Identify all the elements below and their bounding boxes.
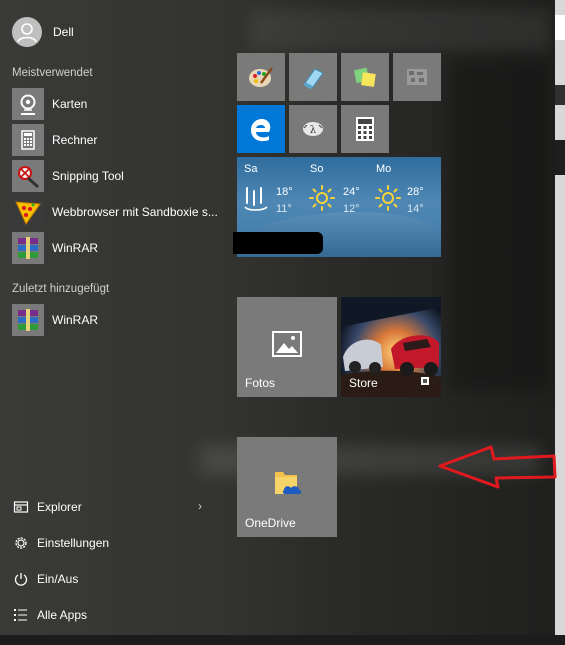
tile-sticky-notes[interactable] bbox=[341, 53, 389, 101]
start-menu-left-column: Dell Meistverwendet Karten Rechner Snipp… bbox=[0, 0, 225, 635]
app-item-label: Karten bbox=[52, 97, 88, 111]
list-icon bbox=[12, 606, 30, 624]
app-item-label: Rechner bbox=[52, 133, 98, 147]
taskbar-edge bbox=[0, 635, 565, 645]
minecraft-icon bbox=[407, 69, 427, 85]
sun-icon bbox=[309, 185, 335, 211]
tile-calculator[interactable] bbox=[341, 105, 389, 153]
snipping-tool-icon bbox=[12, 160, 44, 192]
svg-text:λ: λ bbox=[310, 125, 317, 136]
settings-label: Einstellungen bbox=[37, 536, 110, 550]
app-item-rechner[interactable]: Rechner bbox=[12, 123, 97, 157]
tile-photos[interactable]: Fotos bbox=[237, 297, 337, 397]
weather-high: 18° bbox=[276, 186, 293, 198]
sun-icon bbox=[375, 185, 401, 211]
tile-math-input[interactable]: λ bbox=[289, 105, 337, 153]
tile-onedrive[interactable]: OneDrive bbox=[237, 437, 337, 537]
sticky-notes-icon bbox=[353, 67, 376, 87]
calculator-icon bbox=[356, 117, 374, 141]
notepad-icon bbox=[303, 68, 324, 89]
edge-icon bbox=[251, 119, 271, 142]
weather-day: So bbox=[310, 163, 324, 175]
winrar-icon bbox=[12, 304, 44, 336]
tile-edge[interactable] bbox=[237, 105, 285, 153]
app-item-label: WinRAR bbox=[52, 313, 99, 327]
tile-minecraft[interactable] bbox=[393, 53, 441, 101]
power-item[interactable]: Ein/Aus bbox=[12, 569, 78, 589]
all-apps-item[interactable]: Alle Apps bbox=[12, 605, 87, 625]
redacted-location-bar bbox=[233, 232, 323, 254]
all-apps-label: Alle Apps bbox=[37, 608, 88, 622]
explorer-label: Explorer bbox=[37, 500, 82, 514]
user-name: Dell bbox=[53, 25, 74, 39]
weather-low: 14° bbox=[407, 203, 424, 215]
store-label: Store bbox=[349, 376, 378, 390]
app-item-label: WinRAR bbox=[52, 241, 99, 255]
recently-added-heading: Zuletzt hinzugefügt bbox=[12, 283, 110, 295]
calculator-icon bbox=[12, 124, 44, 156]
gear-icon bbox=[12, 534, 30, 552]
math-input-icon: λ bbox=[303, 122, 323, 136]
paint-icon bbox=[249, 67, 274, 87]
explorer-item[interactable]: Explorer bbox=[12, 497, 82, 517]
onedrive-label: OneDrive bbox=[245, 516, 296, 530]
app-item-snipping-tool[interactable]: Snipping Tool bbox=[12, 159, 124, 193]
tile-paint[interactable] bbox=[237, 53, 285, 101]
file-explorer-icon bbox=[12, 498, 30, 516]
weather-high: 24° bbox=[343, 186, 360, 198]
power-label: Ein/Aus bbox=[37, 572, 79, 586]
app-item-label: Webbrowser mit Sandboxie s... bbox=[52, 205, 218, 219]
weather-high: 28° bbox=[407, 186, 424, 198]
app-item-winrar[interactable]: WinRAR bbox=[12, 231, 98, 265]
tile-store[interactable]: Store bbox=[341, 297, 441, 397]
winrar-icon bbox=[12, 232, 44, 264]
app-item-sandboxie[interactable]: Webbrowser mit Sandboxie s... bbox=[12, 195, 218, 229]
annotation-arrow-icon bbox=[438, 445, 557, 489]
chevron-right-icon[interactable]: › bbox=[198, 499, 202, 513]
app-item-label: Snipping Tool bbox=[52, 169, 124, 183]
app-item-karten[interactable]: Karten bbox=[12, 87, 87, 121]
maps-icon bbox=[12, 88, 44, 120]
sandboxie-icon bbox=[12, 196, 44, 228]
weather-day: Sa bbox=[244, 163, 258, 175]
weather-low: 12° bbox=[343, 203, 360, 215]
user-account[interactable]: Dell bbox=[12, 15, 74, 49]
power-icon bbox=[12, 570, 30, 588]
tile-notepad[interactable] bbox=[289, 53, 337, 101]
background-window-edge bbox=[555, 0, 565, 645]
settings-item[interactable]: Einstellungen bbox=[12, 533, 109, 553]
rain-icon bbox=[244, 187, 268, 211]
most-used-heading: Meistverwendet bbox=[12, 67, 93, 79]
photo-icon bbox=[272, 331, 302, 357]
weather-low: 11° bbox=[276, 203, 292, 215]
recent-app-winrar[interactable]: WinRAR bbox=[12, 303, 98, 337]
photos-label: Fotos bbox=[245, 376, 276, 390]
user-avatar-icon bbox=[12, 17, 42, 47]
weather-day: Mo bbox=[376, 163, 392, 175]
onedrive-folder-icon bbox=[275, 472, 302, 494]
